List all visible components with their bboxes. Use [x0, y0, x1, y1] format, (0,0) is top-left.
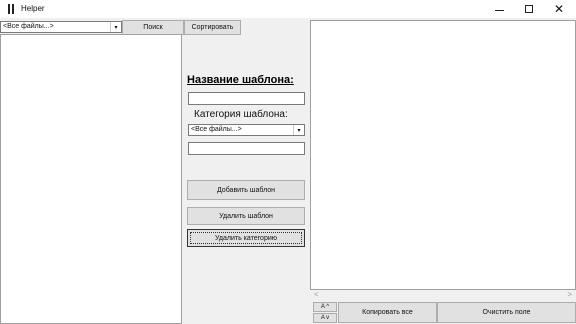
app-icon: [7, 4, 16, 14]
main-window: <Все файлы...> ▾ Поиск Сортировать Назва…: [0, 18, 576, 324]
maximize-icon: [525, 5, 533, 13]
template-text-area[interactable]: [310, 20, 576, 290]
template-name-input[interactable]: [188, 92, 305, 105]
chevron-down-icon[interactable]: ▾: [293, 125, 304, 135]
add-template-button[interactable]: Добавить шаблон: [187, 180, 305, 200]
template-list[interactable]: [0, 34, 182, 324]
copy-all-button[interactable]: Копировать все: [338, 302, 437, 323]
maximize-button[interactable]: [512, 0, 546, 18]
clear-field-button[interactable]: Очистить поле: [437, 302, 576, 323]
close-icon: ✕: [553, 2, 565, 16]
font-decrease-button[interactable]: A v: [313, 313, 337, 323]
search-button[interactable]: Поиск: [122, 20, 184, 35]
template-category-value: <Все файлы...>: [191, 126, 242, 133]
scroll-left-icon[interactable]: <: [314, 290, 319, 299]
title-bar: Helper ✕: [0, 0, 576, 18]
scroll-right-icon[interactable]: >: [567, 290, 572, 299]
delete-category-button[interactable]: Удалить категорию: [187, 229, 305, 247]
chevron-down-icon[interactable]: ▾: [110, 22, 121, 32]
file-filter-value: <Все файлы...>: [3, 23, 54, 30]
template-category-combo[interactable]: <Все файлы...> ▾: [188, 124, 305, 136]
minimize-icon: [494, 9, 504, 11]
horizontal-scrollbar[interactable]: < >: [311, 290, 575, 301]
close-button[interactable]: ✕: [542, 0, 576, 18]
minimize-button[interactable]: [482, 0, 516, 18]
new-category-input[interactable]: [188, 142, 305, 155]
window-title: Helper: [21, 4, 45, 13]
delete-template-button[interactable]: Удалить шаблон: [187, 207, 305, 225]
template-category-label: Категория шаблона:: [194, 109, 288, 120]
template-name-heading: Название шаблона:: [187, 74, 294, 86]
font-increase-button[interactable]: A ^: [313, 302, 337, 312]
sort-button[interactable]: Сортировать: [184, 20, 241, 35]
file-filter-combo[interactable]: <Все файлы...> ▾: [0, 21, 122, 33]
